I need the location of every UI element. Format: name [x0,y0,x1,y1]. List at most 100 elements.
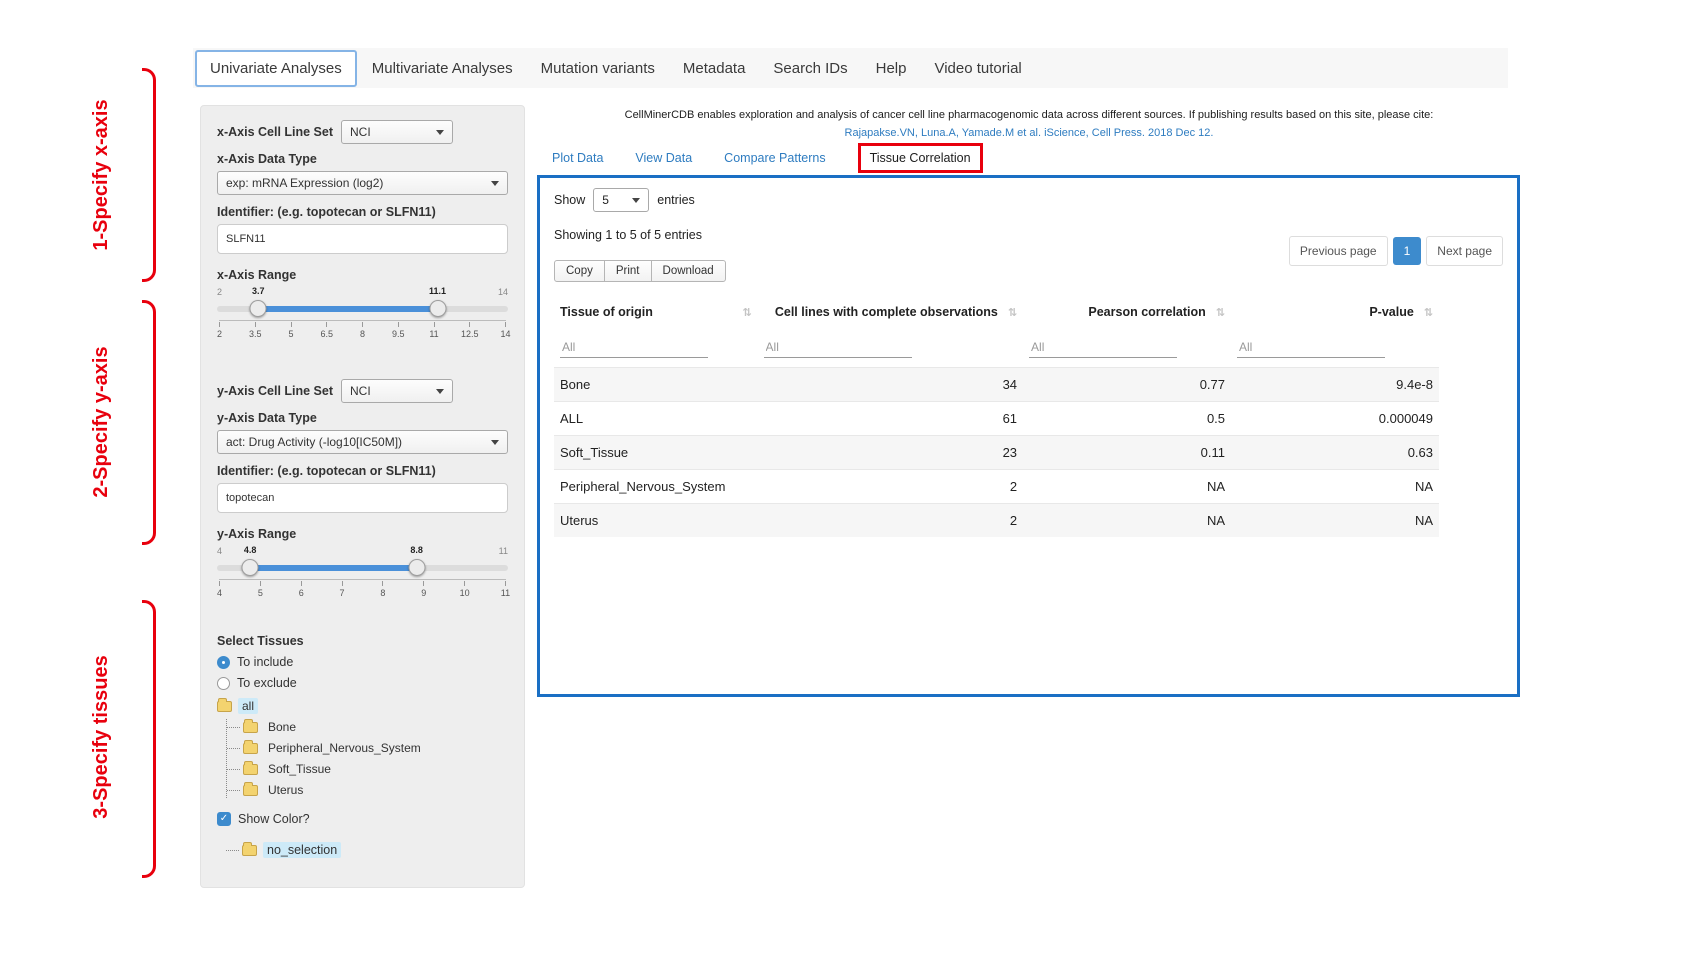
tab-tissue-correlation[interactable]: Tissue Correlation [858,143,983,173]
sort-icon[interactable]: ⇅ [1424,306,1433,319]
pagination: Previous page 1 Next page [1289,236,1503,266]
tab-view-data[interactable]: View Data [635,151,692,165]
column-header-pearson-correlation[interactable]: Pearson correlation⇅ [1023,296,1231,328]
y-axis-data-type-select[interactable]: act: Drug Activity (-log10[IC50M]) [217,430,508,454]
tissues-exclude-radio[interactable]: To exclude [217,676,508,690]
tree-node-label: Uterus [264,782,307,798]
data-tabs: Plot Data View Data Compare Patterns Tis… [552,143,983,173]
show-color-checkbox[interactable]: ✓ Show Color? [217,812,508,826]
cell-count: 2 [758,470,1024,504]
show-color-label: Show Color? [238,812,310,826]
slider-tick: 6.5 [326,322,327,339]
cell-tissue: Peripheral_Nervous_System [554,470,758,504]
selection-tree: no_selection [226,842,508,858]
annotation-bracket-3 [142,600,156,878]
tree-node-peripheral-nervous-system[interactable]: Peripheral_Nervous_System [243,740,508,756]
x-axis-data-type-value: exp: mRNA Expression (log2) [226,176,383,190]
x-axis-data-type-select[interactable]: exp: mRNA Expression (log2) [217,171,508,195]
tree-node-all[interactable]: all [217,698,508,714]
slider-tick: 2 [219,322,220,339]
y-axis-cell-line-set-label: y-Axis Cell Line Set [217,384,333,398]
nav-tab-mutation-variants[interactable]: Mutation variants [528,52,668,85]
citation-link[interactable]: Rajapakse.VN, Luna.A, Yamade.M et al. iS… [540,124,1518,142]
tree-node-no-selection[interactable]: no_selection [242,842,508,858]
x-axis-identifier-input[interactable] [217,224,508,254]
slider-tick: 4 [219,581,220,598]
cell-p-value: NA [1231,504,1439,538]
column-header-tissue-of-origin[interactable]: Tissue of origin⇅ [554,296,758,328]
slider-tick: 5 [291,322,292,339]
slider-max-label: 11 [499,546,508,556]
nav-tab-help[interactable]: Help [863,52,920,85]
x-axis-range-slider[interactable]: 2 14 3.7 11.1 2 3.5 5 6.5 8 9.5 11 12.5 … [217,287,508,349]
include-radio-label: To include [237,655,293,669]
x-axis-cell-line-set-label: x-Axis Cell Line Set [217,125,333,139]
y-axis-identifier-input[interactable] [217,483,508,513]
tissue-correlation-panel: Show 5 entries Showing 1 to 5 of 5 entri… [537,175,1520,697]
chevron-down-icon [436,389,444,394]
slider-handle-high[interactable] [429,300,446,317]
cell-pearson: NA [1023,504,1231,538]
table-row: Soft_Tissue 23 0.11 0.63 [554,436,1439,470]
download-button[interactable]: Download [651,260,726,282]
filter-pearson-input[interactable] [1029,337,1177,358]
y-axis-data-type-label: y-Axis Data Type [217,411,508,425]
slider-selected-range [250,565,416,571]
nav-tab-video-tutorial[interactable]: Video tutorial [921,52,1034,85]
y-axis-data-type-value: act: Drug Activity (-log10[IC50M]) [226,435,402,449]
slider-tick: 11 [505,581,506,598]
table-row: Peripheral_Nervous_System 2 NA NA [554,470,1439,504]
slider-tick: 6 [301,581,302,598]
x-axis-range-label: x-Axis Range [217,268,508,282]
slider-handle-low[interactable] [250,300,267,317]
nav-tab-multivariate-analyses[interactable]: Multivariate Analyses [359,52,526,85]
sort-icon[interactable]: ⇅ [1216,306,1225,319]
slider-handle-low[interactable] [242,559,259,576]
filter-p-value-input[interactable] [1237,337,1385,358]
slider-from-label: 3.7 [252,286,265,296]
tree-node-soft-tissue[interactable]: Soft_Tissue [243,761,508,777]
slider-track [217,565,508,571]
chevron-down-icon [436,130,444,135]
cell-tissue: Uterus [554,504,758,538]
column-header-p-value[interactable]: P-value⇅ [1231,296,1439,328]
tab-compare-patterns[interactable]: Compare Patterns [724,151,825,165]
filter-cell-lines-input[interactable] [764,337,912,358]
cell-tissue: Soft_Tissue [554,436,758,470]
previous-page-button[interactable]: Previous page [1289,236,1388,266]
next-page-button[interactable]: Next page [1426,236,1503,266]
column-header-cell-lines[interactable]: Cell lines with complete observations⇅ [758,296,1024,328]
nav-tab-univariate-analyses[interactable]: Univariate Analyses [195,50,357,87]
cell-count: 2 [758,504,1024,538]
entries-per-page-value: 5 [602,193,609,207]
print-button[interactable]: Print [604,260,652,282]
nav-tab-search-ids[interactable]: Search IDs [760,52,860,85]
radio-unchecked-icon [217,677,230,690]
y-axis-range-slider[interactable]: 4 11 4.8 8.8 4 5 6 7 8 9 10 11 [217,546,508,608]
page: 1-Specify x-axis 2-Specify y-axis 3-Spec… [0,0,1700,956]
sort-icon[interactable]: ⇅ [742,306,751,319]
show-entries-row: Show 5 entries [554,188,1503,212]
page-number-button[interactable]: 1 [1393,237,1422,265]
table-row: Bone 34 0.77 9.4e-8 [554,368,1439,402]
annotation-bracket-2 [142,300,156,545]
tissues-include-radio[interactable]: To include [217,655,508,669]
nav-tab-metadata[interactable]: Metadata [670,52,759,85]
copy-button[interactable]: Copy [554,260,605,282]
table-row: ALL 61 0.5 0.000049 [554,402,1439,436]
cell-pearson: 0.5 [1023,402,1231,436]
y-axis-cell-line-set-select[interactable]: NCI [341,379,453,403]
slider-ticks: 4 5 6 7 8 9 10 11 [219,579,506,598]
sort-icon[interactable]: ⇅ [1008,306,1017,319]
x-axis-cell-line-set-select[interactable]: NCI [341,120,453,144]
tree-node-bone[interactable]: Bone [243,719,508,735]
slider-handle-high[interactable] [408,559,425,576]
tree-node-uterus[interactable]: Uterus [243,782,508,798]
entries-per-page-select[interactable]: 5 [593,188,649,212]
annotation-step2: 2-Specify y-axis [90,302,120,542]
slider-min-label: 4 [217,546,222,556]
annotation-step3: 3-Specify tissues [90,617,120,857]
filter-tissue-input[interactable] [560,337,708,358]
tab-plot-data[interactable]: Plot Data [552,151,603,165]
tree-node-label: no_selection [263,842,341,858]
